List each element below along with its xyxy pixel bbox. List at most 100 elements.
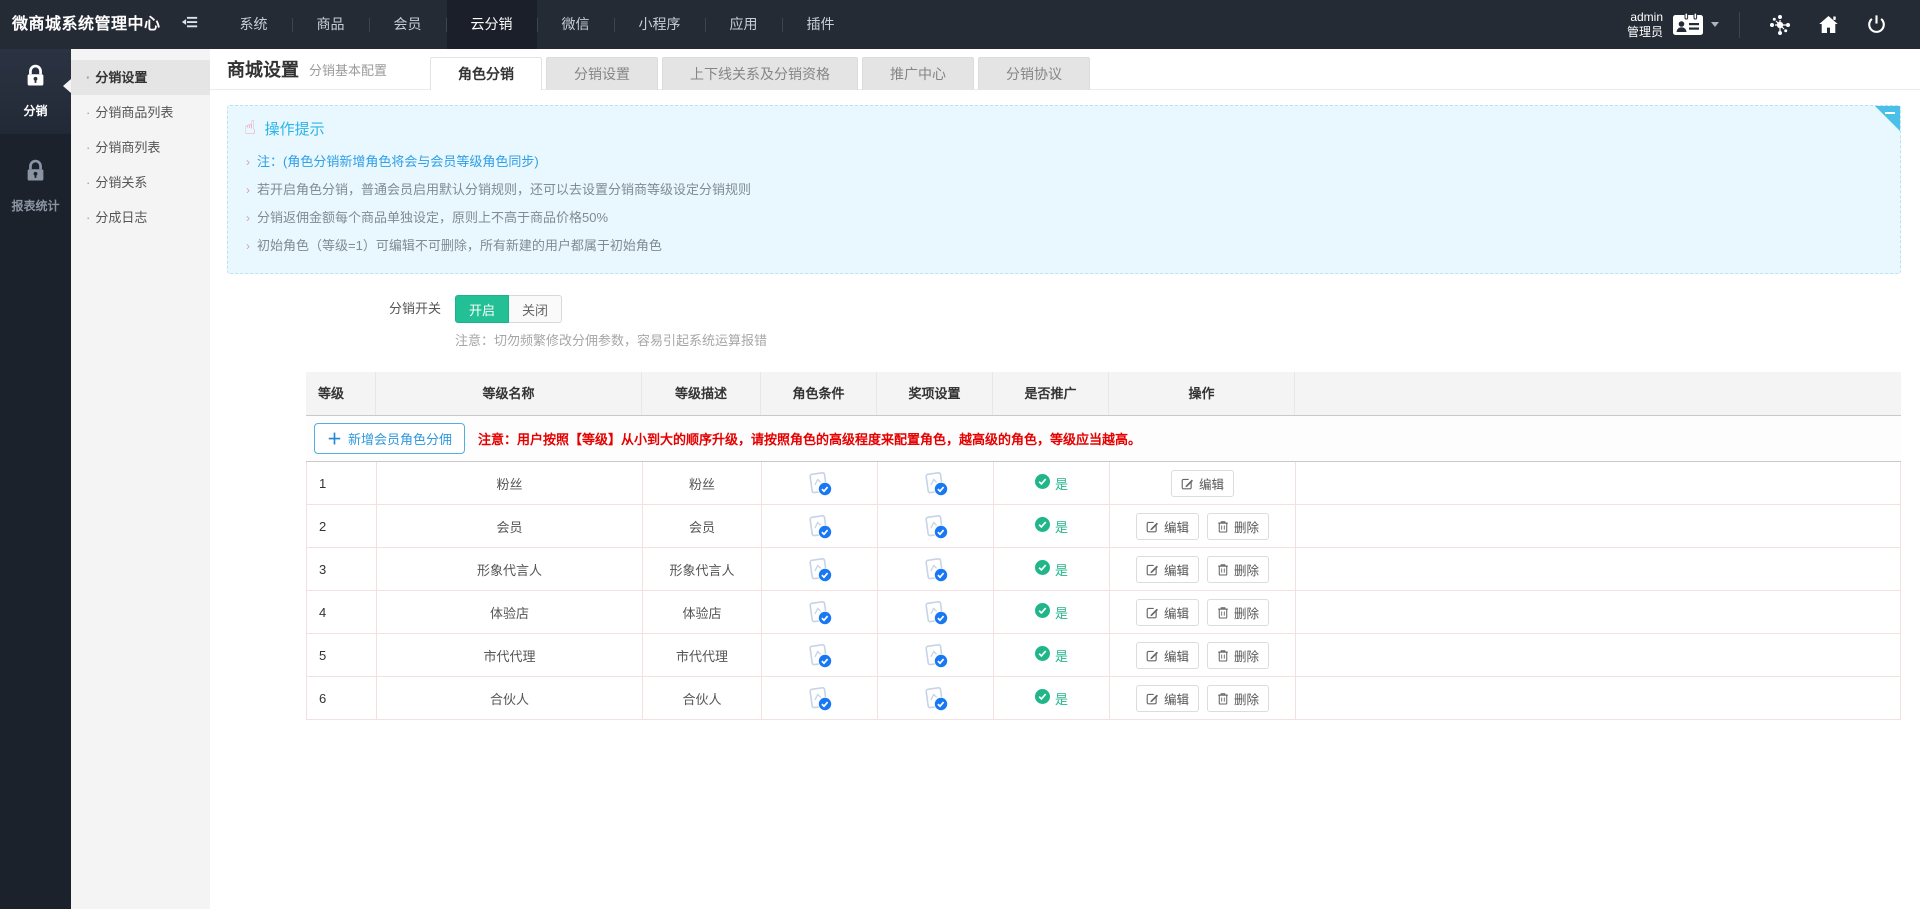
content-header: 商城设置 分销基本配置 角色分销分销设置上下线关系及分销资格推广中心分销协议 (210, 49, 1920, 90)
award-setting-icon[interactable] (878, 591, 994, 633)
tab-4[interactable]: 分销协议 (978, 57, 1090, 90)
cell-level: 2 (307, 505, 377, 547)
cell-actions: 编辑删除 (1110, 548, 1296, 590)
table-header-row: 等级等级名称等级描述角色条件奖项设置是否推广操作 (306, 372, 1901, 416)
minus-icon (1885, 112, 1895, 114)
top-menu-item-6[interactable]: 应用 (706, 0, 782, 49)
award-setting-icon[interactable] (878, 462, 994, 504)
green-check-icon (1035, 560, 1050, 578)
role-condition-icon[interactable] (762, 677, 878, 719)
role-condition-icon[interactable] (762, 591, 878, 633)
sidebar-item-2[interactable]: ·分销商列表 (71, 130, 210, 165)
lock-icon (22, 77, 49, 94)
col-header-0: 等级 (306, 372, 376, 415)
role-condition-icon[interactable] (762, 505, 878, 547)
cell-promote: 是 (994, 548, 1110, 590)
switch-on-button[interactable]: 开启 (455, 295, 509, 323)
edit-button[interactable]: 编辑 (1136, 599, 1199, 626)
role-condition-icon[interactable] (762, 462, 878, 504)
distribution-switch-row: 分销开关 开启 关闭 注意：切勿频繁修改分佣参数，容易引起系统运算报错 (227, 295, 1901, 349)
role-condition-icon[interactable] (762, 634, 878, 676)
cell-blank (1296, 591, 1900, 633)
cell-level-name: 体验店 (377, 591, 643, 633)
plus-icon: ＋ (327, 428, 342, 449)
sidebar-item-3[interactable]: ·分销关系 (71, 165, 210, 200)
tips-title: 操作提示 (265, 118, 325, 139)
top-menu-item-1[interactable]: 商品 (293, 0, 369, 49)
tips-list: ›注：(角色分销新增角色将会与会员等级角色同步) ›若开启角色分销，普通会员启用… (244, 148, 1884, 260)
sidebar-item-0[interactable]: ·分销设置 (71, 60, 210, 95)
top-menu-item-2[interactable]: 会员 (370, 0, 446, 49)
award-setting-icon[interactable] (878, 634, 994, 676)
green-check-icon (1035, 646, 1050, 664)
tab-0[interactable]: 角色分销 (430, 57, 542, 90)
cell-actions: 编辑删除 (1110, 677, 1296, 719)
cell-level-name: 形象代言人 (377, 548, 643, 590)
award-setting-icon[interactable] (878, 505, 994, 547)
switch-note: 注意：切勿频繁修改分佣参数，容易引起系统运算报错 (455, 330, 767, 349)
app-logo: 微商城系统管理中心 (0, 0, 175, 49)
sidebar-item-1[interactable]: ·分销商品列表 (71, 95, 210, 130)
delete-button[interactable]: 删除 (1207, 599, 1269, 626)
col-header-4: 奖项设置 (877, 372, 993, 415)
role-condition-icon[interactable] (762, 548, 878, 590)
cell-blank (1296, 548, 1900, 590)
table-row: 5 市代代理 市代代理 是 编辑删除 (306, 634, 1901, 677)
sidebar-item-4[interactable]: ·分成日志 (71, 200, 210, 235)
col-header-3: 角色条件 (761, 372, 877, 415)
module-rail: 分销 报表统计 (0, 49, 71, 909)
power-icon[interactable] (1853, 13, 1900, 36)
cell-level-desc: 合伙人 (643, 677, 762, 719)
table-note-row: ＋ 新增会员角色分佣 注意：用户按照【等级】从小到大的顺序升级，请按照角色的高级… (306, 416, 1901, 462)
switch-off-button[interactable]: 关闭 (509, 295, 562, 323)
user-info[interactable]: admin 管理员 (1627, 10, 1719, 40)
home-icon[interactable] (1804, 13, 1853, 37)
tip-arrow-icon: › (246, 155, 250, 169)
delete-button[interactable]: 删除 (1207, 685, 1269, 712)
cell-level: 6 (307, 677, 377, 719)
col-header-6: 操作 (1109, 372, 1295, 415)
cell-blank (1296, 634, 1900, 676)
pointing-hand-icon: ☝ (244, 119, 256, 138)
rail-item-0[interactable]: 分销 (0, 49, 71, 134)
delete-button[interactable]: 删除 (1207, 513, 1269, 540)
top-menu-item-3[interactable]: 云分销 (447, 0, 537, 49)
award-setting-icon[interactable] (878, 548, 994, 590)
table-body: 1 粉丝 粉丝 是 编辑 2 会员 会员 是 编辑删除 3 形象代言人 形象代言… (306, 462, 1901, 720)
cell-level: 5 (307, 634, 377, 676)
delete-button[interactable]: 删除 (1207, 556, 1269, 583)
green-check-icon (1035, 474, 1050, 492)
delete-button[interactable]: 删除 (1207, 642, 1269, 669)
top-menu-item-0[interactable]: 系统 (216, 0, 292, 49)
edit-button[interactable]: 编辑 (1136, 642, 1199, 669)
award-setting-icon[interactable] (878, 677, 994, 719)
top-menu-item-7[interactable]: 插件 (783, 0, 859, 49)
rail-item-1[interactable]: 报表统计 (0, 144, 71, 229)
tab-3[interactable]: 推广中心 (862, 57, 974, 90)
tip-item-2: ›分销返佣金额每个商品单独设定，原则上不高于商品价格50% (244, 204, 1884, 232)
cell-level-desc: 市代代理 (643, 634, 762, 676)
bullet-dot: · (86, 140, 90, 155)
top-menu-item-4[interactable]: 微信 (538, 0, 614, 49)
col-header-5: 是否推广 (993, 372, 1109, 415)
tab-1[interactable]: 分销设置 (546, 57, 658, 90)
tip-arrow-icon: › (246, 183, 250, 197)
green-check-icon (1035, 603, 1050, 621)
edit-button[interactable]: 编辑 (1136, 513, 1199, 540)
tips-title-row: ☝ 操作提示 (244, 118, 1884, 139)
tip-arrow-icon: › (246, 239, 250, 253)
top-menu: 系统商品会员云分销微信小程序应用插件 (216, 0, 859, 49)
cell-level-name: 会员 (377, 505, 643, 547)
edit-button[interactable]: 编辑 (1171, 470, 1234, 497)
edit-button[interactable]: 编辑 (1136, 685, 1199, 712)
shortcuts-network-icon[interactable] (1756, 13, 1804, 37)
sidebar-collapse-button[interactable] (175, 0, 216, 49)
edit-button[interactable]: 编辑 (1136, 556, 1199, 583)
tip-arrow-icon: › (246, 211, 250, 225)
cell-level-desc: 会员 (643, 505, 762, 547)
chevron-down-icon (1711, 22, 1719, 27)
tips-collapse-corner[interactable] (1875, 106, 1900, 131)
top-menu-item-5[interactable]: 小程序 (615, 0, 705, 49)
add-role-button[interactable]: ＋ 新增会员角色分佣 (314, 423, 465, 454)
tab-2[interactable]: 上下线关系及分销资格 (662, 57, 858, 90)
